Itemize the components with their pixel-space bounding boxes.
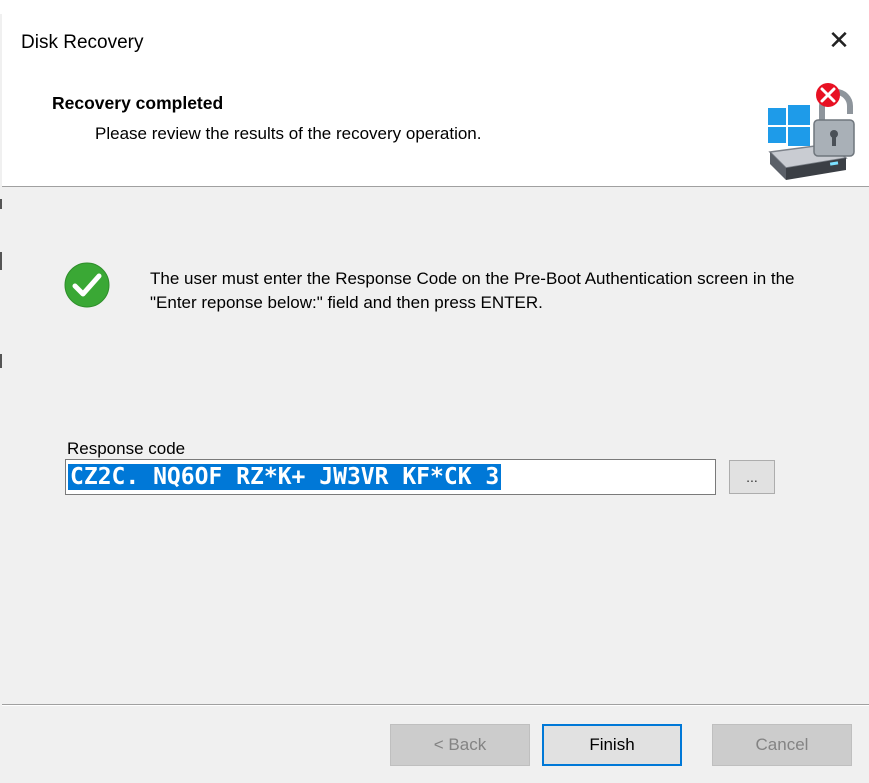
background-window-strip bbox=[0, 0, 869, 14]
wizard-header: Recovery completed Please review the res… bbox=[2, 74, 869, 187]
footer-separator bbox=[2, 704, 869, 706]
result-message: The user must enter the Response Code on… bbox=[150, 269, 795, 312]
disk-encryption-lock-icon bbox=[768, 83, 855, 180]
success-check-icon bbox=[64, 262, 110, 308]
page-subtitle: Please review the results of the recover… bbox=[95, 124, 482, 143]
finish-button[interactable]: Finish bbox=[542, 724, 682, 766]
edge-artifact bbox=[0, 252, 2, 270]
back-button[interactable]: < Back bbox=[390, 724, 530, 766]
error-badge-icon bbox=[816, 83, 840, 107]
close-button[interactable]: ✕ bbox=[809, 14, 869, 68]
cancel-button[interactable]: Cancel bbox=[712, 724, 852, 766]
title-bar: Disk Recovery ✕ bbox=[2, 14, 869, 74]
page-title: Recovery completed bbox=[52, 93, 224, 113]
response-code-label: Response code bbox=[67, 439, 186, 458]
response-code-value: CZ2C. NQ6OF RZ*K+ JW3VR KF*CK 3 bbox=[68, 464, 502, 490]
windows-logo-icon bbox=[768, 105, 810, 146]
response-code-field[interactable]: CZ2C. NQ6OF RZ*K+ JW3VR KF*CK 3 bbox=[65, 459, 716, 495]
window-title: Disk Recovery bbox=[21, 32, 144, 53]
disk-recovery-dialog: Disk Recovery ✕ Recovery completed Pleas… bbox=[0, 14, 869, 783]
edge-artifact bbox=[0, 199, 2, 209]
edge-artifact bbox=[0, 354, 2, 368]
response-code-options-button[interactable]: ... bbox=[729, 460, 775, 494]
close-icon: ✕ bbox=[828, 26, 850, 56]
